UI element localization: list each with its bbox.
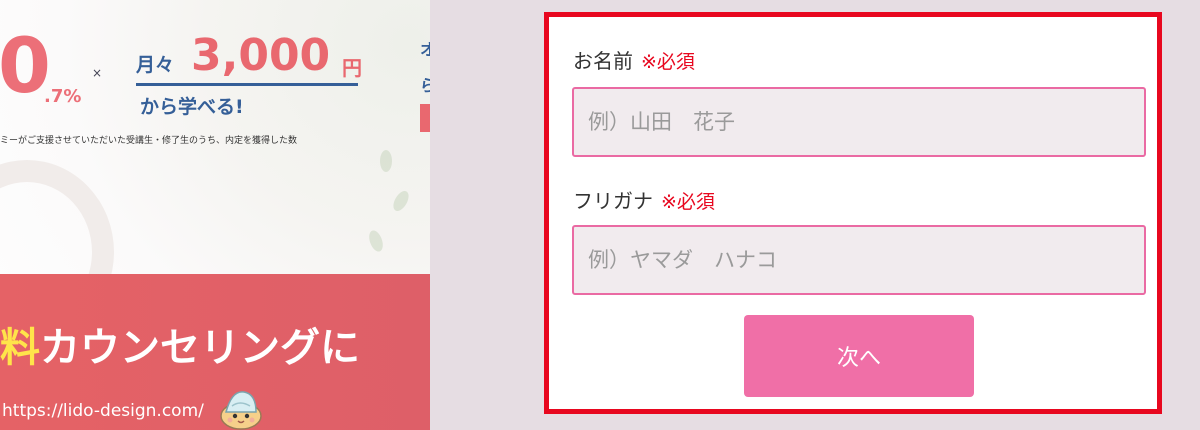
required-badge: ※必須 — [661, 191, 715, 213]
cta-headline[interactable]: 料カウンセリングに — [0, 324, 360, 372]
cropped-accent-block — [420, 104, 430, 132]
next-button[interactable]: 次へ — [744, 315, 974, 397]
promo-banner: 0 .7% × 月々 3,000 円 から学べる! ミーがご支援させていただいた… — [0, 0, 430, 430]
decorative-leaf — [380, 150, 392, 172]
cta-highlight: 料 — [0, 325, 40, 371]
decorative-leaf — [366, 228, 386, 254]
decorative-leaf — [390, 188, 412, 214]
learn-text: から学べる! — [140, 96, 244, 118]
page-background — [1162, 0, 1200, 430]
monthly-yen: 円 — [342, 56, 362, 80]
stat-unit: .7% — [44, 86, 82, 107]
footnote: ミーがご支援させていただいた受講生・修了生のうち、内定を獲得した数 — [0, 136, 298, 146]
times-mark: × — [92, 66, 103, 80]
monthly-prefix: 月々 — [136, 54, 175, 76]
name-label-text: お名前 — [573, 49, 633, 73]
cta-text: カウンセリングに — [40, 325, 360, 371]
underline — [136, 83, 358, 86]
name-input[interactable] — [572, 87, 1146, 157]
name-field-label: お名前 ※必須 — [573, 45, 695, 74]
furigana-field-label: フリガナ ※必須 — [573, 185, 715, 214]
furigana-input[interactable] — [572, 225, 1146, 295]
monthly-amount: 3,000 — [191, 30, 331, 81]
mascot-icon — [220, 391, 262, 430]
required-badge: ※必須 — [641, 51, 695, 73]
cropped-heading-glyph: ら — [420, 76, 430, 95]
cropped-heading-glyph: オ — [420, 40, 430, 59]
furigana-label-text: フリガナ — [573, 189, 653, 213]
contact-form-highlight: お名前 ※必須 フリガナ ※必須 次へ — [544, 12, 1162, 414]
site-watermark: https://lido-design.com/ — [2, 401, 204, 421]
